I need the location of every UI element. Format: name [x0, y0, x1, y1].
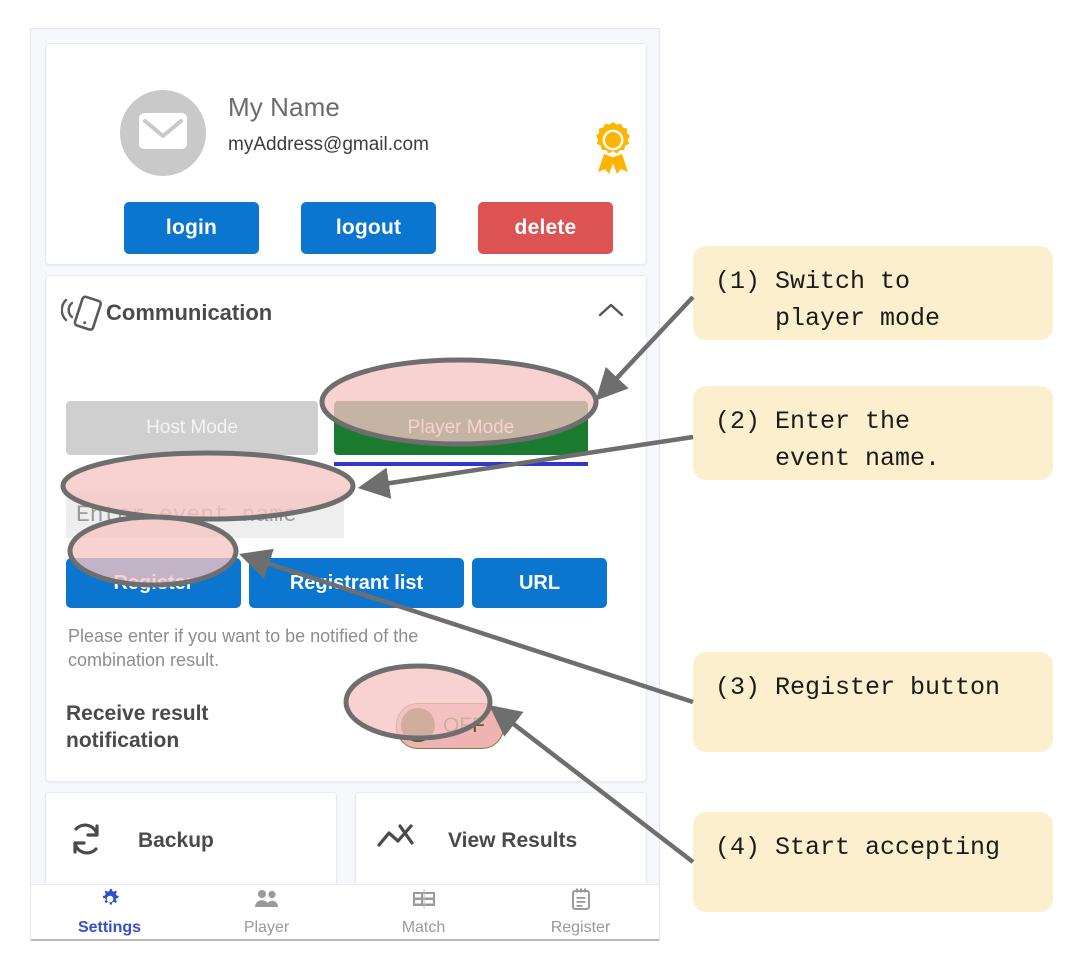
account-email: myAddress@gmail.com [228, 134, 429, 155]
registrant-list-button[interactable]: Registrant list [249, 558, 464, 608]
avatar [120, 90, 206, 176]
award-ribbon-icon [590, 120, 636, 181]
annotation-callout-3: (3) Register button [693, 652, 1053, 752]
annotation-callout-2: (2) Enter the event name. [693, 386, 1053, 480]
receive-result-notification-label: Receive result notification [66, 702, 209, 752]
player-mode-button[interactable]: Player Mode [334, 401, 588, 455]
url-button[interactable]: URL [472, 558, 607, 608]
register-button[interactable]: Register [66, 558, 241, 608]
phone-screen: My Name myAddress@gmail.com login logout… [30, 28, 660, 941]
account-card: My Name myAddress@gmail.com login logout… [45, 43, 647, 265]
chevron-up-icon[interactable] [598, 302, 624, 323]
nav-item-match[interactable]: Match [345, 885, 502, 939]
toggle-knob [401, 708, 435, 742]
nav-label-player: Player [243, 919, 290, 936]
envelope-icon [138, 112, 188, 155]
notice-text: Please enter if you want to be notified … [68, 626, 419, 671]
nav-item-settings[interactable]: Settings [31, 885, 188, 939]
trend-chart-icon [374, 817, 418, 866]
annotation-callout-1: (1) Switch to player mode [693, 246, 1053, 340]
event-name-input[interactable] [66, 492, 344, 538]
mode-selection-underline [334, 462, 588, 466]
nav-label-match: Match [401, 919, 446, 936]
communication-card: Communication Host Mode Player Mode Regi… [45, 275, 647, 782]
annotation-callout-4: (4) Start accepting [693, 812, 1053, 912]
people-icon [254, 887, 280, 916]
nav-label-register: Register [550, 919, 611, 936]
receive-result-notification-toggle[interactable]: OFF [396, 703, 504, 749]
sync-icon [64, 817, 108, 866]
vibrating-phone-icon [60, 294, 103, 337]
clipboard-icon [569, 887, 593, 916]
table-grid-icon [411, 887, 437, 916]
toggle-state-label: OFF [443, 714, 485, 737]
logout-button[interactable]: logout [301, 202, 436, 254]
login-button[interactable]: login [124, 202, 259, 254]
backup-tile-label: Backup [138, 829, 214, 852]
host-mode-button[interactable]: Host Mode [66, 401, 318, 455]
delete-button[interactable]: delete [478, 202, 613, 254]
nav-label-settings: Settings [77, 919, 142, 936]
communication-title: Communication [106, 300, 273, 325]
view-results-tile[interactable]: View Results [355, 792, 647, 888]
nav-item-player[interactable]: Player [188, 885, 345, 939]
view-results-tile-label: View Results [448, 829, 578, 852]
account-name: My Name [228, 92, 340, 122]
nav-item-register[interactable]: Register [502, 885, 659, 939]
bottom-navigation: Settings Player Match Register [31, 884, 659, 941]
backup-tile[interactable]: Backup [45, 792, 337, 888]
gear-icon [98, 887, 122, 916]
